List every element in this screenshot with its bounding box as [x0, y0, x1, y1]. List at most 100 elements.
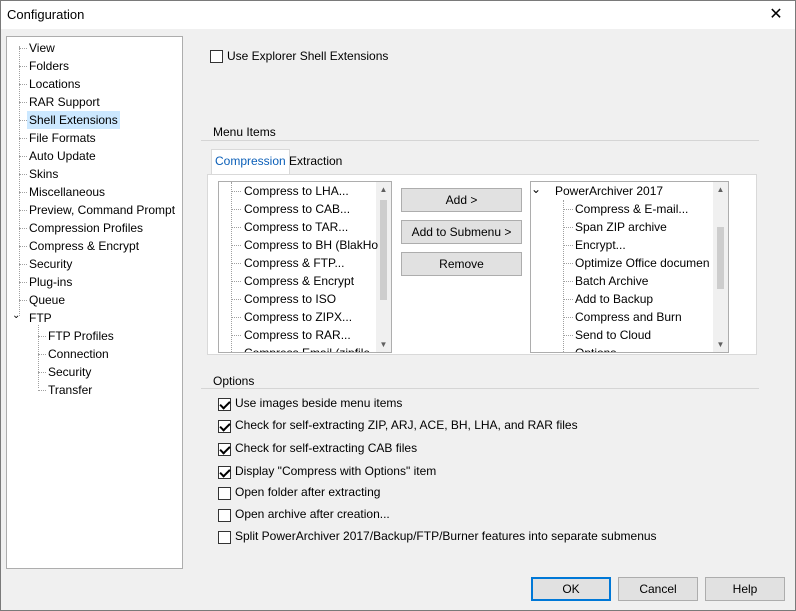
tree-item[interactable]: RAR Support — [27, 93, 102, 111]
option-checkbox[interactable] — [218, 443, 231, 456]
selected-menu-item[interactable]: Optimize Office documen — [575, 254, 710, 272]
available-menu-item[interactable]: Compress to LHA... — [244, 182, 349, 200]
available-menu-item[interactable]: Compress & FTP... — [244, 254, 344, 272]
list-connector — [563, 245, 573, 246]
option-label: Check for self-extracting ZIP, ARJ, ACE,… — [235, 418, 578, 432]
tab-compression[interactable]: Compression — [211, 149, 290, 175]
tree-connector — [19, 120, 27, 121]
tree-item[interactable]: View — [27, 39, 57, 57]
list-connector — [231, 182, 232, 352]
available-scrollbar[interactable]: ▲ ▼ — [376, 182, 391, 352]
selected-menu-item[interactable]: Options — [575, 344, 616, 352]
use-explorer-shell-checkbox[interactable] — [210, 50, 223, 63]
tree-connector — [19, 66, 27, 67]
tree-item[interactable]: Plug-ins — [27, 273, 74, 291]
available-menu-item[interactable]: Compress to RAR... — [244, 326, 351, 344]
option-label: Open archive after creation... — [235, 507, 390, 521]
tree-connector — [19, 264, 27, 265]
close-icon[interactable]: ✕ — [765, 4, 787, 26]
chevron-down-icon[interactable]: ⌄ — [531, 182, 541, 196]
tree-connector — [19, 84, 27, 85]
selected-menu-item[interactable]: Compress & E-mail... — [575, 200, 688, 218]
selected-menu-item[interactable]: Span ZIP archive — [575, 218, 667, 236]
selected-menu-list[interactable]: ⌄ PowerArchiver 2017 ▲ ▼ Compress & E-ma… — [530, 181, 729, 353]
add-to-submenu-button[interactable]: Add to Submenu > — [401, 220, 522, 244]
list-connector — [231, 209, 241, 210]
tree-item[interactable]: Compress & Encrypt — [27, 237, 141, 255]
tree-item[interactable]: FTP — [27, 309, 54, 327]
tree-item[interactable]: Preview, Command Prompt — [27, 201, 177, 219]
tree-connector — [19, 138, 27, 139]
scroll-down-icon[interactable]: ▼ — [376, 337, 391, 352]
tree-item[interactable]: Security — [27, 255, 74, 273]
tree-connector — [19, 210, 27, 211]
tree-item[interactable]: Connection — [46, 345, 111, 363]
selected-menu-item[interactable]: Encrypt... — [575, 236, 626, 254]
tree-item[interactable]: Queue — [27, 291, 67, 309]
list-connector — [231, 281, 241, 282]
tree-item[interactable]: Transfer — [46, 381, 94, 399]
menu-root-label[interactable]: PowerArchiver 2017 — [555, 182, 663, 200]
tree-item[interactable]: FTP Profiles — [46, 327, 116, 345]
available-menu-item[interactable]: Compress Email (zipfile — [244, 344, 370, 352]
cancel-button[interactable]: Cancel — [618, 577, 698, 601]
option-checkbox[interactable] — [218, 398, 231, 411]
tree-item[interactable]: Miscellaneous — [27, 183, 107, 201]
list-connector — [563, 227, 573, 228]
scroll-thumb[interactable] — [380, 200, 387, 300]
available-menu-list[interactable]: ▲ ▼ Compress to LHA... Compress to CAB...… — [218, 181, 392, 353]
tree-connector — [19, 228, 27, 229]
tree-item[interactable]: Security — [46, 363, 93, 381]
menu-items-group-title: Menu Items — [209, 125, 280, 139]
option-label: Display "Compress with Options" item — [235, 464, 437, 478]
tree-item[interactable]: Auto Update — [27, 147, 98, 165]
list-connector — [231, 335, 241, 336]
tree-connector — [19, 48, 27, 49]
option-checkbox[interactable] — [218, 466, 231, 479]
remove-button[interactable]: Remove — [401, 252, 522, 276]
list-connector — [231, 191, 241, 192]
list-connector — [231, 317, 241, 318]
list-connector — [563, 299, 573, 300]
selected-menu-item[interactable]: Send to Cloud — [575, 326, 651, 344]
selected-menu-item[interactable]: Compress and Burn — [575, 308, 682, 326]
tree-connector — [38, 354, 46, 355]
tree-item[interactable]: File Formats — [27, 129, 98, 147]
chevron-down-icon[interactable]: ⌄ — [12, 310, 20, 321]
available-menu-item[interactable]: Compress to CAB... — [244, 200, 350, 218]
tree-connector — [19, 192, 27, 193]
tab-extraction[interactable]: Extraction — [286, 150, 345, 174]
tree-item[interactable]: Skins — [27, 165, 60, 183]
scroll-thumb[interactable] — [717, 227, 724, 289]
available-menu-item[interactable]: Compress to BH (BlakHo — [244, 236, 378, 254]
tree-connector — [19, 246, 27, 247]
ok-button[interactable]: OK — [531, 577, 611, 601]
option-checkbox[interactable] — [218, 420, 231, 433]
add-button[interactable]: Add > — [401, 188, 522, 212]
settings-tree: View Folders Locations RAR Support Shell Ext… — [6, 36, 183, 569]
available-menu-item[interactable]: Compress to TAR... — [244, 218, 348, 236]
available-menu-item[interactable]: Compress to ZIPX... — [244, 308, 352, 326]
scroll-down-icon[interactable]: ▼ — [713, 337, 728, 352]
option-checkbox[interactable] — [218, 509, 231, 522]
tree-item[interactable]: Compression Profiles — [27, 219, 145, 237]
tree-connector — [38, 390, 46, 391]
option-checkbox[interactable] — [218, 531, 231, 544]
list-connector — [563, 335, 573, 336]
help-button[interactable]: Help — [705, 577, 785, 601]
available-menu-item[interactable]: Compress & Encrypt — [244, 272, 354, 290]
selected-menu-item[interactable]: Batch Archive — [575, 272, 648, 290]
tree-item[interactable]: Folders — [27, 57, 71, 75]
option-checkbox[interactable] — [218, 487, 231, 500]
tree-item[interactable]: Shell Extensions — [27, 111, 120, 129]
tree-item[interactable]: Locations — [27, 75, 82, 93]
scroll-up-icon[interactable]: ▲ — [713, 182, 728, 197]
list-connector — [563, 200, 564, 352]
scroll-up-icon[interactable]: ▲ — [376, 182, 391, 197]
options-group-title: Options — [209, 374, 259, 388]
selected-menu-item[interactable]: Add to Backup — [575, 290, 653, 308]
list-connector — [231, 263, 241, 264]
selected-scrollbar[interactable]: ▲ ▼ — [713, 182, 728, 352]
available-menu-item[interactable]: Compress to ISO — [244, 290, 336, 308]
option-label: Open folder after extracting — [235, 485, 381, 499]
